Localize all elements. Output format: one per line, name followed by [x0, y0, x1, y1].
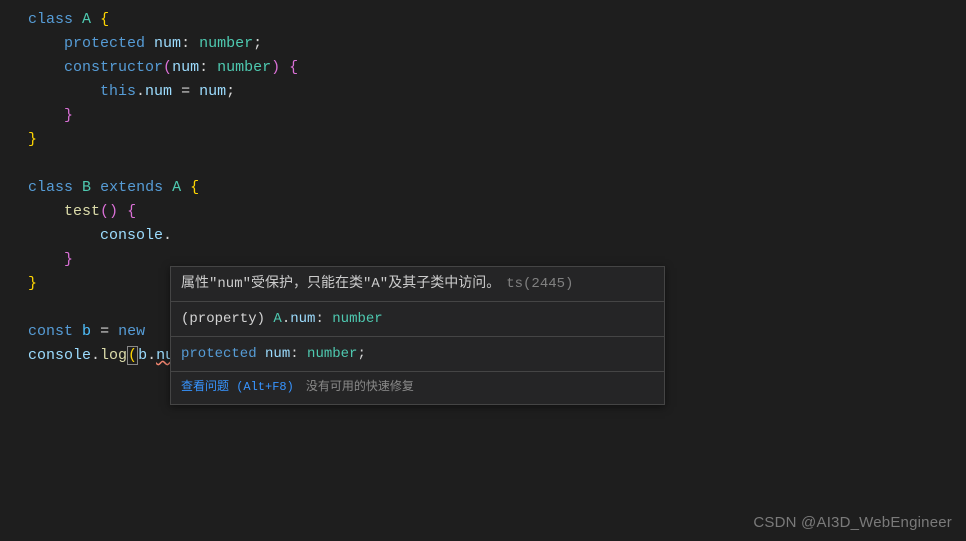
punct: .	[136, 83, 145, 100]
brace: {	[127, 203, 136, 220]
brace: }	[64, 107, 73, 124]
punct: :	[199, 59, 208, 76]
punct: ;	[357, 346, 365, 362]
view-problem-link[interactable]: 查看问题 (Alt+F8)	[181, 376, 294, 398]
signature-type: number	[332, 311, 382, 327]
keyword: extends	[100, 179, 163, 196]
decl-prop: num	[257, 346, 291, 362]
hover-declaration-row: protected num: number;	[171, 337, 664, 372]
paren: (	[100, 203, 109, 220]
no-quick-fix-label: 没有可用的快速修复	[306, 376, 414, 398]
watermark: CSDN @AI3D_WebEngineer	[753, 514, 952, 531]
punct: =	[181, 83, 190, 100]
keyword: new	[118, 323, 145, 340]
keyword: protected	[64, 35, 145, 52]
punct: .	[91, 347, 100, 364]
brace: {	[289, 59, 298, 76]
class-name: B	[82, 179, 91, 196]
method-name: test	[64, 203, 100, 220]
punct: =	[100, 323, 109, 340]
punct: .	[163, 227, 172, 244]
keyword: constructor	[64, 59, 163, 76]
code-line[interactable]: this.num = num;	[0, 80, 966, 104]
code-line[interactable]: constructor(num: number) {	[0, 56, 966, 80]
code-line[interactable]: class A {	[0, 8, 966, 32]
variable: num	[199, 83, 226, 100]
punct: ;	[253, 35, 262, 52]
code-line[interactable]: }	[0, 128, 966, 152]
code-line[interactable]: protected num: number;	[0, 32, 966, 56]
hover-signature-row: (property) A.num: number	[171, 302, 664, 337]
decl-keyword: protected	[181, 346, 257, 362]
property: num	[145, 83, 172, 100]
hover-actions-row: 查看问题 (Alt+F8) 没有可用的快速修复	[171, 372, 664, 404]
error-code: ts(2445)	[506, 276, 573, 292]
punct: :	[181, 35, 190, 52]
identifier: console	[100, 227, 163, 244]
code-line[interactable]: console.	[0, 224, 966, 248]
type: number	[217, 59, 271, 76]
keyword: const	[28, 323, 73, 340]
code-line[interactable]: test() {	[0, 200, 966, 224]
variable: b	[138, 347, 147, 364]
hover-tooltip[interactable]: 属性"num"受保护，只能在类"A"及其子类中访问。 ts(2445) (prop…	[170, 266, 665, 405]
identifier: console	[28, 347, 91, 364]
paren: )	[109, 203, 118, 220]
keyword: class	[28, 11, 73, 28]
decl-type: number	[307, 346, 357, 362]
const-name: b	[82, 323, 91, 340]
punct: :	[290, 346, 307, 362]
class-name: A	[172, 179, 181, 196]
punct: ;	[226, 83, 235, 100]
brace: {	[100, 11, 109, 28]
brace: {	[190, 179, 199, 196]
param: num	[172, 59, 199, 76]
brace: }	[64, 251, 73, 268]
paren: (	[127, 346, 138, 365]
signature-prefix: (property)	[181, 311, 273, 327]
brace: }	[28, 131, 37, 148]
type: number	[199, 35, 253, 52]
keyword: this	[100, 83, 136, 100]
punct: .	[147, 347, 156, 364]
signature-prop: num	[290, 311, 315, 327]
method-name: log	[100, 347, 127, 364]
keyword: class	[28, 179, 73, 196]
signature-class: A	[273, 311, 281, 327]
punct: :	[315, 311, 332, 327]
error-message: 属性"num"受保护，只能在类"A"及其子类中访问。	[181, 276, 500, 292]
code-line[interactable]: }	[0, 104, 966, 128]
hover-error-row: 属性"num"受保护，只能在类"A"及其子类中访问。 ts(2445)	[171, 267, 664, 302]
paren: (	[163, 59, 172, 76]
brace: }	[28, 275, 37, 292]
code-line[interactable]: class B extends A {	[0, 176, 966, 200]
code-line-empty[interactable]	[0, 152, 966, 176]
paren: )	[271, 59, 280, 76]
class-name: A	[82, 11, 91, 28]
property: num	[154, 35, 181, 52]
punct: .	[282, 311, 290, 327]
